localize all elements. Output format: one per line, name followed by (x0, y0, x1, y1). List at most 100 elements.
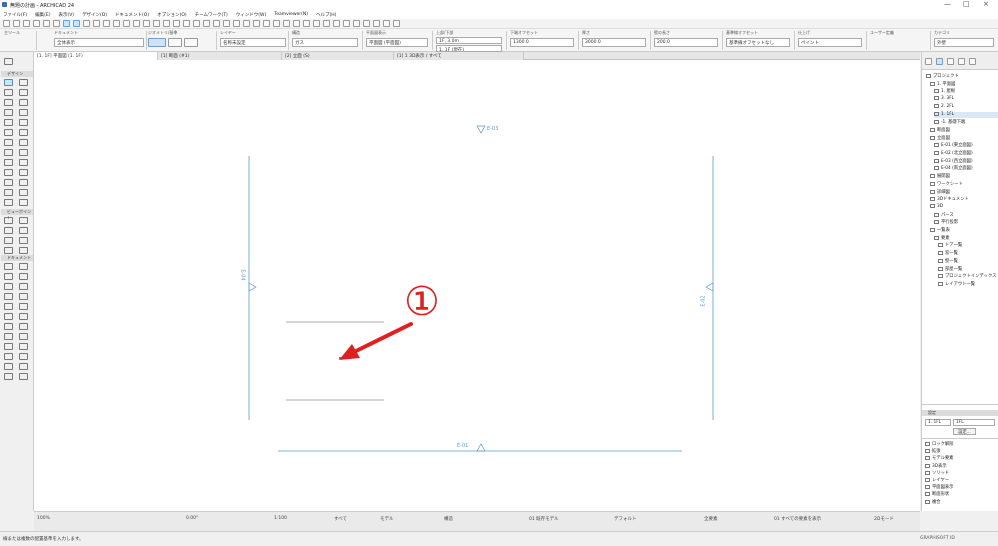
info-ref-dropdown[interactable]: 基準線オフセットなし (726, 38, 790, 47)
navigator-tree-item[interactable]: ワークシート (930, 181, 998, 187)
toolbar-button-icon[interactable] (133, 20, 140, 27)
tool-icon[interactable] (4, 217, 13, 224)
toolbar-button-icon[interactable] (243, 20, 250, 27)
tool-icon[interactable] (19, 363, 28, 370)
toolbar-button-icon[interactable] (203, 20, 210, 27)
menu-item-2[interactable]: 表示(V) (58, 12, 74, 18)
navigator-tree-item[interactable]: 1. 平面図 (930, 81, 998, 87)
geometry-straight-icon[interactable] (148, 38, 166, 47)
navigator-tree-item[interactable]: 壁一覧 (938, 258, 998, 264)
tool-icon[interactable] (19, 263, 28, 270)
navigator-tree-item[interactable]: 展開図 (930, 173, 998, 179)
tool-icon[interactable] (4, 247, 13, 254)
toolbar-button-icon[interactable] (3, 20, 10, 27)
navigator-tree-item[interactable]: E-03 (西立面図) (934, 158, 998, 164)
info-offset-input[interactable]: 1300.0 (510, 38, 574, 47)
tool-icon[interactable] (19, 139, 28, 146)
tool-icon[interactable] (19, 79, 28, 86)
navigator-tree-item[interactable]: 一覧表 (930, 227, 998, 233)
toolbar-button-icon[interactable] (223, 20, 230, 27)
toolbar-button-icon[interactable] (193, 20, 200, 27)
toolbar-button-icon[interactable] (283, 20, 290, 27)
navigator-tree-item[interactable]: 3Dドキュメント (930, 196, 998, 202)
tool-icon[interactable] (19, 303, 28, 310)
navigator-tree-item[interactable]: 1. 1FL (934, 111, 998, 118)
navigator-tree-item[interactable]: パース (934, 212, 998, 218)
menu-item-4[interactable]: ドキュメント(O) (115, 12, 149, 18)
navigator-tree-item[interactable]: 断面図 (930, 127, 998, 133)
toolbar-button-icon[interactable] (43, 20, 50, 27)
navigator-tree-item[interactable]: 1. 屋根 (934, 88, 998, 94)
tool-icon[interactable] (19, 323, 28, 330)
status-filter-value[interactable]: 01 すべての要素を表示 (774, 516, 821, 522)
toolbar-button-icon[interactable] (273, 20, 280, 27)
info-height-bottom[interactable]: 1. 1F (現在) (436, 45, 502, 52)
zoom-value[interactable]: 100% (37, 516, 50, 521)
toolbar-button-icon[interactable] (123, 20, 130, 27)
navigator-tree-item[interactable]: 窓一覧 (938, 250, 998, 256)
property-row[interactable]: 断面形状 (925, 491, 997, 497)
property-row[interactable]: 拡張 (925, 448, 997, 454)
property-row[interactable]: ソリッド (925, 470, 997, 476)
minimize-button[interactable]: — (944, 0, 951, 8)
toolbar-button-icon[interactable] (163, 20, 170, 27)
toolbar-button-icon[interactable] (93, 20, 100, 27)
navigator-tree-item[interactable]: 部屋一覧 (938, 266, 998, 272)
menu-item-9[interactable]: ヘルプ(H) (316, 12, 336, 18)
navigator-tree-item[interactable]: 3. 3FL (934, 96, 998, 102)
menu-item-7[interactable]: ウィンドウ(W) (236, 12, 266, 18)
elevation-marker-left-icon[interactable] (248, 282, 257, 292)
layout-book-icon[interactable] (947, 58, 954, 65)
navigator-tree-item[interactable]: レイアウト一覧 (938, 281, 998, 287)
info-layer-dropdown[interactable]: 名称未設定 (220, 38, 286, 47)
floor-plan-canvas[interactable]: E-03 E-04 E-02 E-01 ① (34, 60, 920, 511)
toolbar-button-icon[interactable] (333, 20, 340, 27)
model-filter-value[interactable]: 01 既存モデル (529, 516, 559, 522)
settings-button[interactable]: 設定... (953, 428, 976, 435)
tool-icon[interactable] (4, 199, 13, 206)
tab-section[interactable]: [1] 断面 (#1) (158, 52, 282, 60)
tab-floor-plan[interactable]: [1. 1F] 平面図 (1. 1F) (34, 52, 158, 60)
menu-item-3[interactable]: デザイン(D) (82, 12, 107, 18)
tool-icon[interactable] (19, 237, 28, 244)
toolbar-button-icon[interactable] (113, 20, 120, 27)
property-row[interactable]: レイヤー (925, 477, 997, 483)
tool-icon[interactable] (19, 169, 28, 176)
toolbar-button-icon[interactable] (353, 20, 360, 27)
property-row[interactable]: ロック解除 (925, 441, 997, 447)
tool-icon[interactable] (19, 343, 28, 350)
tool-icon[interactable] (19, 333, 28, 340)
tool-icon[interactable] (19, 149, 28, 156)
toolbar-button-icon[interactable] (303, 20, 310, 27)
tool-icon[interactable] (19, 273, 28, 280)
toolbar-button-icon[interactable] (323, 20, 330, 27)
tool-icon[interactable] (4, 179, 13, 186)
toolbar-button-icon[interactable] (383, 20, 390, 27)
tool-icon[interactable] (4, 303, 13, 310)
tool-icon[interactable] (4, 99, 13, 106)
tool-icon[interactable] (19, 217, 28, 224)
toolbar-button-icon[interactable] (143, 20, 150, 27)
tool-icon[interactable] (4, 159, 13, 166)
marker-label-top[interactable]: E-03 (487, 126, 498, 132)
tool-icon[interactable] (4, 313, 13, 320)
tab-3d[interactable]: [1] 1 3D表示 / すべて (394, 52, 524, 60)
tool-icon[interactable] (19, 373, 28, 380)
toolbox-viewpoint-header[interactable]: ビューポイント (1, 209, 33, 220)
tool-icon[interactable] (4, 283, 13, 290)
toolbar-button-icon[interactable] (363, 20, 370, 27)
tool-icon[interactable] (4, 109, 13, 116)
info-class-dropdown[interactable]: 外壁 (934, 38, 994, 47)
tool-icon[interactable] (19, 353, 28, 360)
properties-header[interactable]: 設定 (922, 410, 998, 416)
floor-name-field[interactable]: 1FL (953, 419, 995, 426)
close-button[interactable]: × (983, 0, 989, 8)
navigator-tree-item[interactable]: 立面図 (930, 135, 998, 141)
toolbar-button-icon[interactable] (183, 20, 190, 27)
property-row[interactable]: モデル要素 (925, 455, 997, 461)
tool-icon[interactable] (19, 247, 28, 254)
info-view-dropdown[interactable]: 全体表示 (54, 38, 144, 47)
mode-value[interactable]: 2Dモード (874, 516, 894, 522)
toolbar-button-icon[interactable] (53, 20, 60, 27)
tool-icon[interactable] (19, 159, 28, 166)
